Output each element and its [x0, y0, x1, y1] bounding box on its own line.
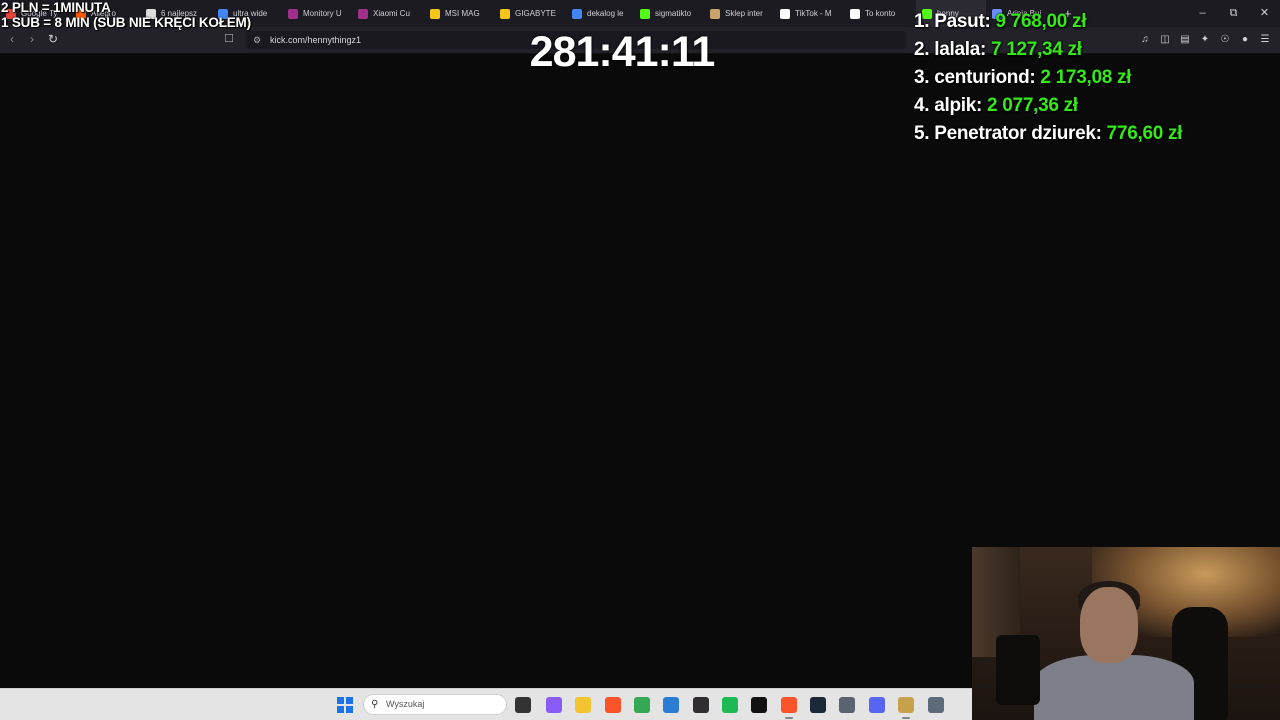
- leaderboard-row: 2. lalala: 7 127,34 zł: [914, 36, 1182, 64]
- donation-rate-text: 2 PLN = 1MINUTA 1 SUB = 8 MIN (SUB NIE K…: [1, 0, 251, 30]
- calculator-icon[interactable]: [839, 697, 855, 713]
- tab-label: Monitory U: [303, 9, 342, 18]
- steam-icon[interactable]: [810, 697, 826, 713]
- browser-tab[interactable]: sigmatikto: [634, 0, 704, 27]
- leaderboard-rank: 2.: [914, 39, 930, 60]
- leaderboard-name: centuriond:: [934, 67, 1036, 88]
- file-explorer-icon[interactable]: [575, 697, 591, 713]
- search-placeholder: Wyszukaj: [386, 699, 425, 709]
- leaderboard-rank: 5.: [914, 123, 930, 144]
- restore-icon[interactable]: ⧉: [1218, 0, 1249, 27]
- browser-tab[interactable]: Xiaomi Cu: [352, 0, 424, 27]
- browser-tab[interactable]: TikTok - M: [774, 0, 844, 27]
- webcam-feed: [972, 547, 1280, 720]
- discord-icon[interactable]: [869, 697, 885, 713]
- url-text: kick.com/hennythingz1: [270, 35, 362, 45]
- brave-icon[interactable]: [605, 697, 621, 713]
- start-menu-icon[interactable]: [337, 697, 353, 713]
- tab-favicon-icon: [500, 8, 510, 19]
- rate-line-2: 1 SUB = 8 MIN (SUB NIE KRĘCI KOŁEM): [1, 15, 251, 30]
- tab-label: Sklep inter: [725, 9, 763, 18]
- browser-tab[interactable]: GIGABYTE: [494, 0, 566, 27]
- browser-tab[interactable]: MSI MAG: [424, 0, 494, 27]
- leaderboard-amount: 9 768,00 zł: [995, 11, 1087, 32]
- leaderboard-rank: 4.: [914, 95, 930, 116]
- leaderboard-amount: 2 173,08 zł: [1040, 67, 1132, 88]
- reload-icon[interactable]: ↻: [48, 32, 58, 46]
- tab-favicon-icon: [640, 8, 650, 19]
- spotify-icon[interactable]: [722, 697, 738, 713]
- task-view-icon[interactable]: [515, 697, 531, 713]
- tab-favicon-icon: [288, 8, 298, 19]
- media-app-icon[interactable]: [751, 697, 767, 713]
- donation-leaderboard: 1. Pasut: 9 768,00 zł 2. lalala: 7 127,3…: [914, 8, 1182, 148]
- back-icon[interactable]: ‹: [10, 32, 14, 46]
- tab-label: MSI MAG: [445, 9, 480, 18]
- tab-label: sigmatikto: [655, 9, 692, 18]
- subathon-timer: 281:41:11: [529, 28, 716, 76]
- copilot-icon[interactable]: [546, 697, 562, 713]
- leaderboard-rank: 1.: [914, 11, 930, 32]
- bookmark-icon[interactable]: ☐: [224, 32, 234, 45]
- browser-icon[interactable]: [781, 697, 797, 719]
- leaderboard-rank: 3.: [914, 67, 930, 88]
- leaderboard-name: Pasut:: [934, 11, 991, 32]
- close-icon[interactable]: ✕: [1249, 0, 1280, 27]
- tab-favicon-icon: [850, 8, 860, 19]
- window-controls: – ⧉ ✕: [1187, 0, 1280, 27]
- tab-label: To konto: [865, 9, 896, 18]
- store-icon[interactable]: [663, 697, 679, 713]
- rate-line-1: 2 PLN = 1MINUTA: [1, 0, 111, 15]
- leaderboard-name: lalala:: [934, 39, 986, 60]
- tab-favicon-icon: [780, 8, 790, 19]
- taskbar-search-input[interactable]: ⚲ Wyszukaj: [363, 694, 507, 715]
- browser-tab[interactable]: To konto: [844, 0, 916, 27]
- tab-label: dekalog le: [587, 9, 624, 18]
- leaderboard-row: 4. alpik: 2 077,36 zł: [914, 92, 1182, 120]
- settings-icon[interactable]: [928, 697, 944, 713]
- shield-icon[interactable]: ☉: [1218, 33, 1232, 47]
- leaderboard-name: alpik:: [934, 95, 983, 116]
- extension-icon[interactable]: ✦: [1198, 33, 1212, 47]
- leaderboard-amount: 2 077,36 zł: [987, 95, 1078, 116]
- leaderboard-row: 1. Pasut: 9 768,00 zł: [914, 8, 1182, 36]
- leaderboard-amount: 7 127,34 zł: [990, 39, 1082, 60]
- windows-taskbar: ⚲ Wyszukaj: [0, 688, 972, 720]
- leaderboard-row: 5. Penetrator dziurek: 776,60 zł: [914, 120, 1182, 148]
- leaderboard-name: Penetrator dziurek:: [934, 123, 1102, 144]
- browser-tab[interactable]: Monitory U: [282, 0, 352, 27]
- tab-favicon-icon: [430, 8, 440, 19]
- tab-favicon-icon: [572, 8, 582, 19]
- tab-label: Xiaomi Cu: [373, 9, 410, 18]
- browser-tab[interactable]: Sklep inter: [704, 0, 774, 27]
- leaderboard-row: 3. centuriond: 2 173,08 zł: [914, 64, 1182, 92]
- chrome-icon[interactable]: [634, 697, 650, 713]
- profile-icon[interactable]: ●: [1238, 33, 1252, 47]
- site-info-icon[interactable]: ⚙: [253, 31, 261, 49]
- browser-tab[interactable]: dekalog le: [566, 0, 634, 27]
- obs-icon[interactable]: [693, 697, 709, 713]
- leaderboard-amount: 776,60 zł: [1106, 123, 1183, 144]
- game-icon[interactable]: [898, 697, 914, 719]
- microphone: [996, 635, 1040, 705]
- streamer-face: [1080, 587, 1138, 663]
- menu-icon[interactable]: ☰: [1258, 33, 1272, 47]
- streamer-body: [1034, 655, 1194, 720]
- minimize-icon[interactable]: –: [1187, 0, 1218, 27]
- tab-favicon-icon: [710, 8, 720, 19]
- tab-label: TikTok - M: [795, 9, 832, 18]
- search-icon: ⚲: [371, 699, 379, 710]
- tab-favicon-icon: [358, 8, 368, 19]
- forward-icon[interactable]: ›: [30, 32, 34, 46]
- tab-label: GIGABYTE: [515, 9, 556, 18]
